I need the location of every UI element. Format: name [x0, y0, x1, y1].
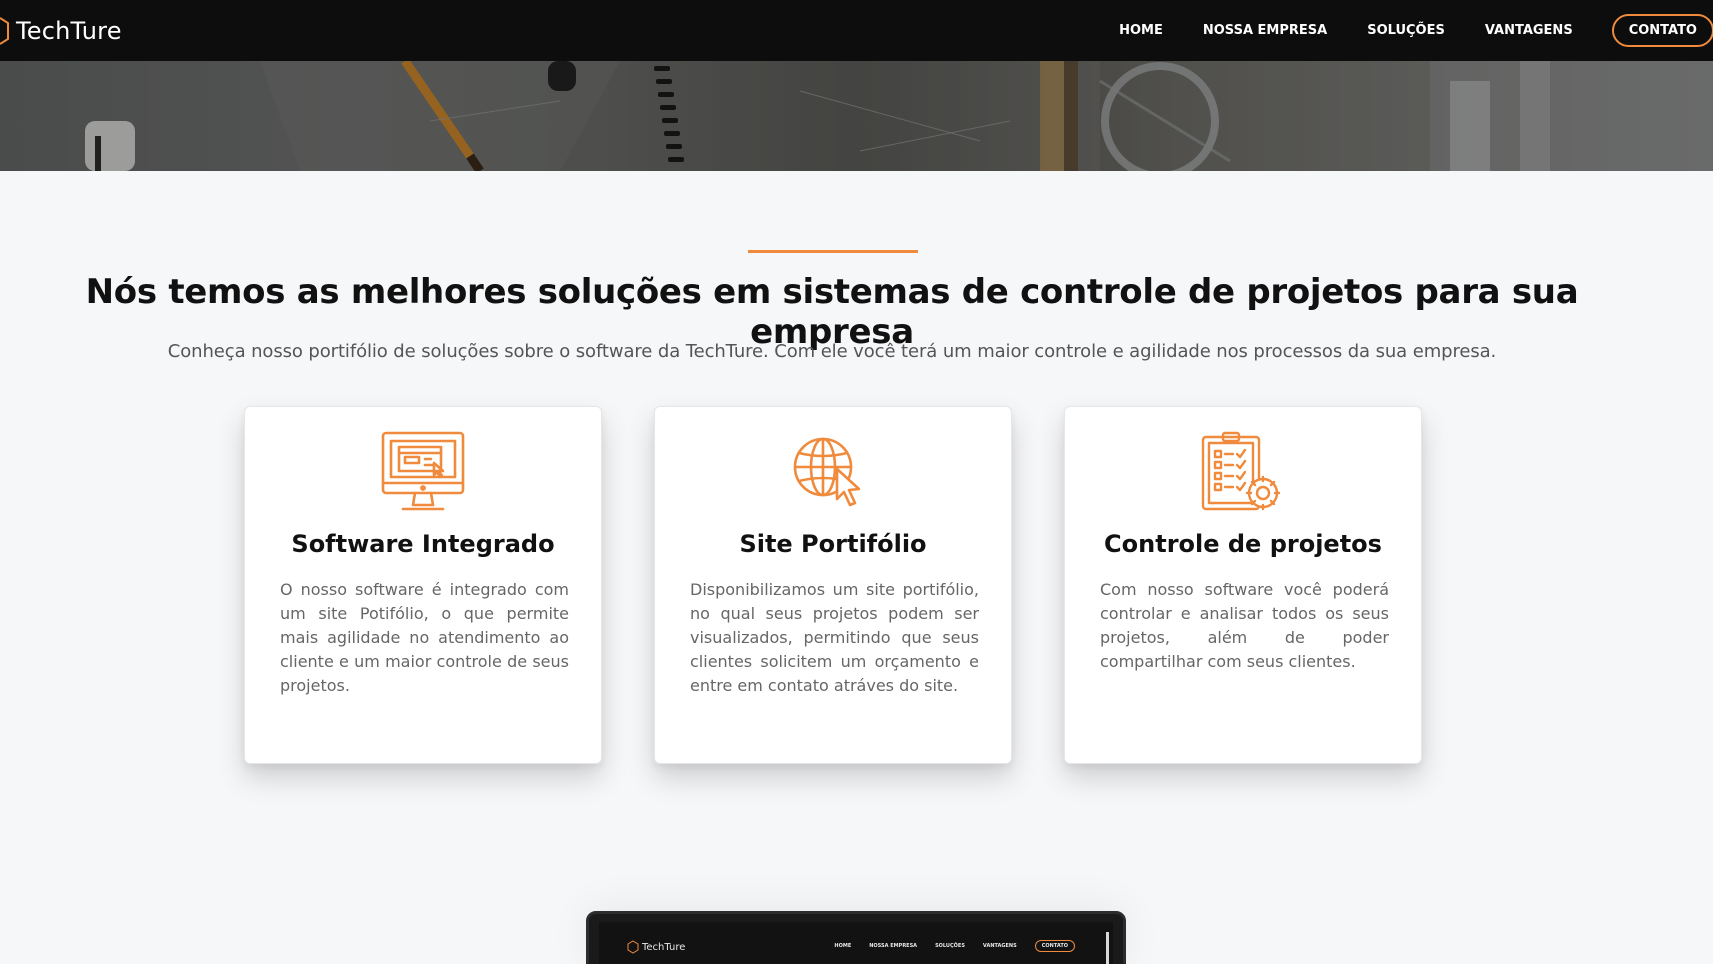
card-title: Controle de projetos [1104, 530, 1382, 558]
brand-logo[interactable]: TechTure [0, 14, 122, 48]
solution-card-controle-de-projetos: Controle de projetos Com nosso software … [1064, 406, 1422, 764]
solution-card-site-portifolio: Site Portifólio Disponibilizamos um site… [654, 406, 1012, 764]
card-description: Com nosso software você poderá controlar… [1100, 580, 1389, 671]
preview-nav-vantagens: VANTAGENS [982, 943, 1017, 949]
preview-brand-name: TechTure [642, 941, 686, 953]
card-title: Site Portifólio [739, 530, 927, 558]
card-title: Software Integrado [291, 530, 555, 558]
nav-solucoes[interactable]: SOLUÇÕES [1367, 23, 1445, 38]
preview-contact: CONTATO [1034, 940, 1075, 952]
navbar: TechTure HOME NOSSA EMPRESA SOLUÇÕES VAN… [0, 0, 1713, 61]
laptop-scrollbar [1106, 932, 1109, 964]
laptop-preview: TechTure HOME NOSSA EMPRESA SOLUÇÕES VAN… [586, 911, 1126, 964]
preview-nav: HOME NOSSA EMPRESA SOLUÇÕES VANTAGENS CO… [816, 940, 1075, 952]
nav-nossa-empresa[interactable]: NOSSA EMPRESA [1203, 23, 1327, 38]
clipboard-gear-icon [1201, 431, 1281, 511]
main-nav: HOME NOSSA EMPRESA SOLUÇÕES VANTAGENS CO… [1119, 0, 1713, 61]
contact-button[interactable]: CONTATO [1611, 14, 1713, 47]
section-heading: Nós temos as melhores soluções em sistem… [85, 272, 1579, 352]
solution-card-software-integrado: Software Integrado O nosso software é in… [244, 406, 602, 764]
laptop-screen: TechTure HOME NOSSA EMPRESA SOLUÇÕES VAN… [599, 922, 1113, 964]
preview-nav-home: HOME [834, 943, 852, 949]
globe-cursor-icon [793, 437, 861, 507]
accent-divider [748, 250, 918, 253]
card-description: O nosso software é integrado com um site… [280, 580, 569, 695]
preview-brand: TechTure [627, 940, 685, 954]
monitor-icon [381, 431, 465, 511]
hexagon-logo-icon [0, 17, 9, 45]
card-description: Disponibilizamos um site portifólio, no … [690, 580, 979, 695]
nav-vantagens[interactable]: VANTAGENS [1485, 23, 1573, 38]
brand-name: TechTure [16, 17, 122, 45]
hexagon-logo-icon [627, 940, 639, 954]
preview-nav-solucoes: SOLUÇÕES [935, 943, 965, 949]
section-subheading: Conheça nosso portifólio de soluções sob… [167, 341, 1497, 362]
nav-home[interactable]: HOME [1119, 23, 1163, 38]
preview-nav-nossa-empresa: NOSSA EMPRESA [869, 943, 918, 949]
hero-image [0, 61, 1713, 171]
